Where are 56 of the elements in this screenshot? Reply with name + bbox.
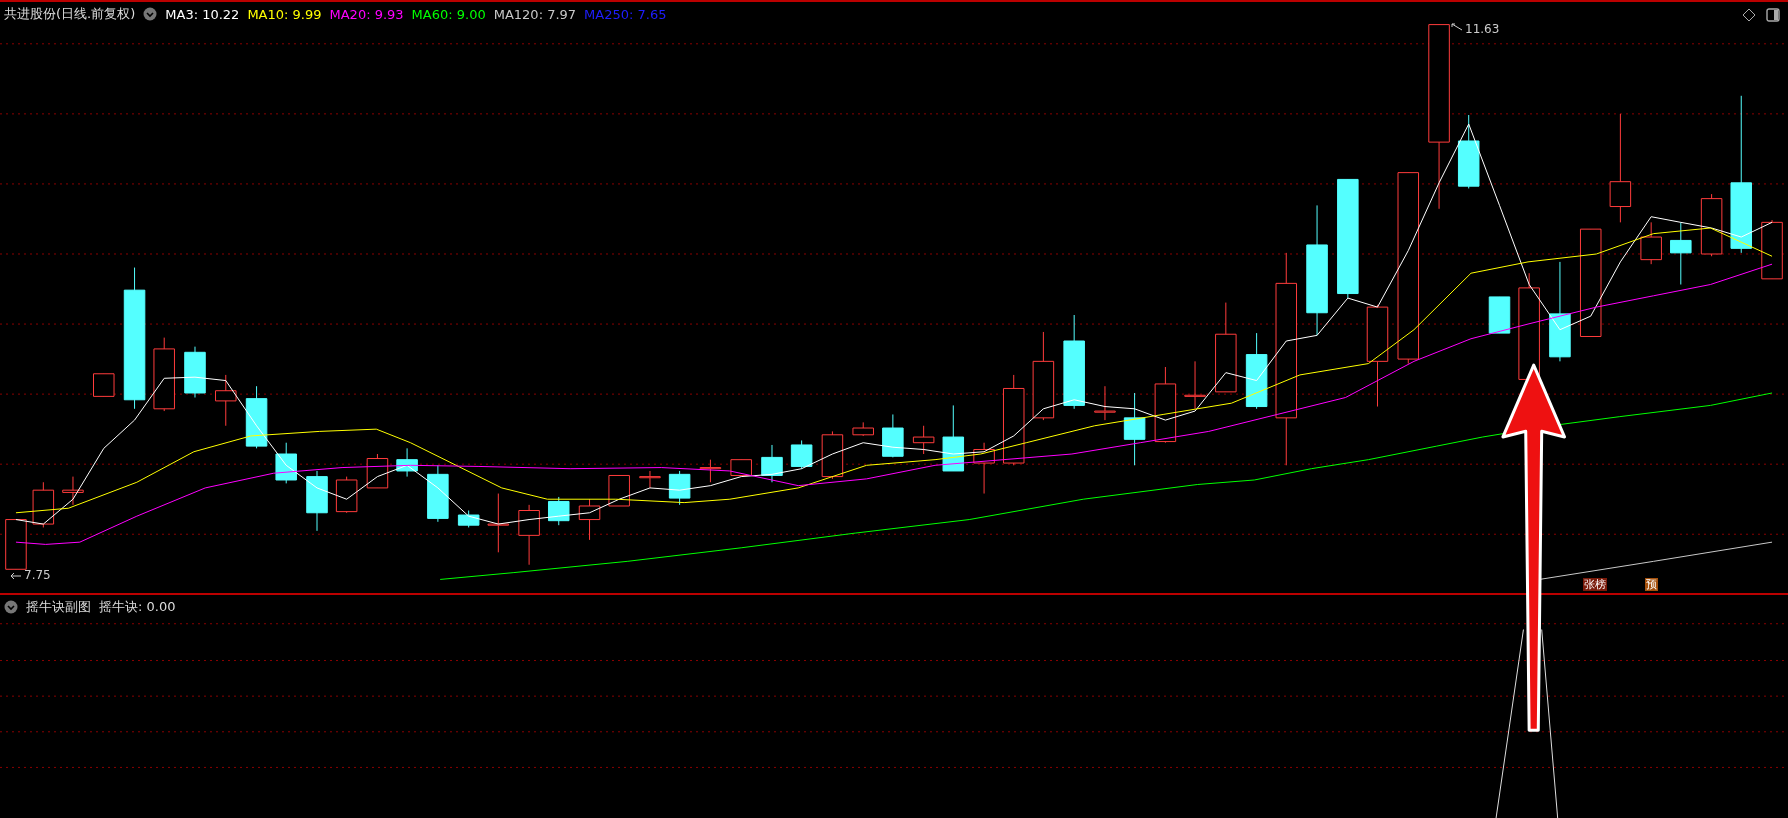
candlestick [457,510,480,528]
candlestick [518,504,540,566]
candlestick [548,496,570,526]
diamond-icon[interactable] [1742,8,1756,22]
pointer-arrow-icon [1451,23,1463,31]
indicator-value: MA60: 9.00 [411,6,486,22]
candlestick [62,476,84,506]
indicator-value: 摇牛诀: 0.00 [99,598,176,616]
candlestick [821,430,844,480]
candlestick [487,493,510,553]
candlestick [1640,221,1662,265]
candlestick [32,481,55,528]
candlestick [882,413,904,458]
candlestick [396,447,418,478]
signal-tag: 张榜 [1583,578,1607,591]
indicator-value: MA120: 7.97 [493,6,577,22]
candlestick [275,442,297,484]
candlestick [93,373,115,397]
candlestick [306,470,328,532]
candlestick [1184,360,1206,410]
low-price-label: 7.75 [24,568,51,582]
candlestick [608,475,630,507]
candlestick [852,421,874,437]
candlestick [730,459,752,476]
indicator-value: MA10: 9.99 [247,6,322,22]
candlestick [335,476,358,514]
candlestick [668,470,691,506]
candlestick [1094,385,1116,421]
candlestick [184,346,206,398]
candlestick [1761,219,1783,280]
dropdown-icon[interactable] [4,600,18,614]
indicator-value: MA20: 9.93 [329,6,404,22]
candlestick [973,442,995,495]
high-price-label: 11.63 [1465,22,1500,36]
candlestick [699,459,722,483]
signal-tag: 预 [1645,578,1658,591]
candlestick [761,444,783,483]
indicator-value: MA3: 10.22 [165,6,240,22]
indicator-value: MA250: 7.65 [584,6,667,22]
candlestick [5,519,27,570]
dropdown-icon[interactable] [143,7,158,21]
candlestick [245,385,268,449]
stock-title: 共进股份(日线.前复权) [4,5,136,23]
panel-toggle-icon[interactable] [1766,8,1780,22]
candlestick [578,498,601,541]
candlestick [912,425,935,455]
candlestick [1700,193,1723,257]
candlestick [942,404,965,472]
candlestick [215,374,237,427]
candlestick [1488,296,1511,334]
candlestick [1670,221,1692,285]
panel-title: 摇牛诀副图 [26,598,91,616]
candlestick [790,439,813,470]
candlestick [427,464,449,523]
candlestick [639,470,661,489]
pointer-arrow-icon [10,572,22,580]
